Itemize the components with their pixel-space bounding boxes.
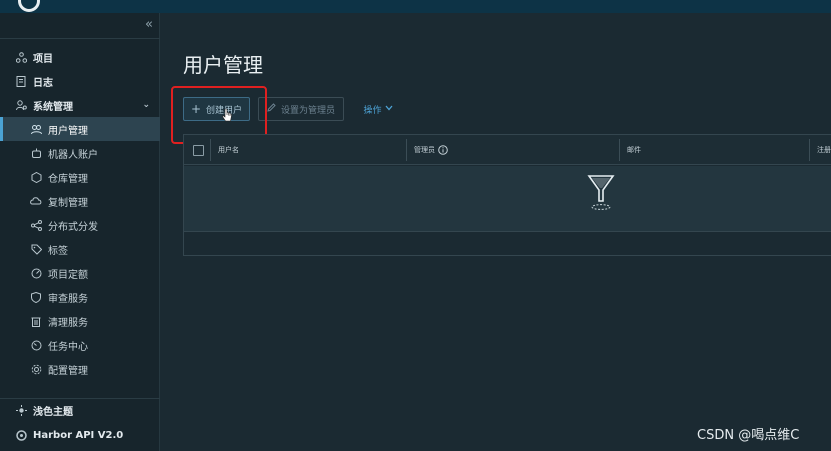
sidebar-item-distributions[interactable]: 分布式分发: [0, 213, 160, 237]
pencil-icon: [267, 103, 276, 115]
set-as-admin-label: 设置为管理员: [280, 105, 335, 116]
sidebar-item-label: 分布式分发: [48, 221, 98, 233]
sidebar-item-system-admin[interactable]: 系统管理 ⌄: [0, 93, 160, 117]
project-icon: [15, 51, 27, 63]
sun-icon: [15, 404, 27, 416]
column-header-registration[interactable]: 注册: [809, 135, 831, 165]
registry-icon: [30, 171, 42, 183]
log-icon: [15, 75, 27, 87]
mouse-pointer-icon: [222, 108, 232, 122]
empty-table-placeholder: [184, 166, 831, 231]
sidebar-item-label: 仓库管理: [48, 173, 88, 185]
column-header-email[interactable]: 邮件: [619, 135, 641, 165]
shield-icon: [30, 291, 42, 303]
top-header-bar: [0, 0, 831, 13]
users-table: 用户名 管理员 邮件 注册: [183, 134, 831, 256]
sidebar: « 项目 日志 系统管理 ⌄ 用户管理 机器人账户 仓库管理 复制管理 分布式分…: [0, 13, 160, 451]
plus-icon: +: [190, 102, 202, 116]
gear-icon: [30, 363, 42, 375]
chevron-down-icon: ⌄: [142, 100, 150, 110]
sidebar-item-label: 项目: [33, 53, 53, 65]
sidebar-item-project-quotas[interactable]: 项目定额: [0, 261, 160, 285]
sidebar-item-label: 系统管理: [33, 101, 73, 113]
page-title: 用户管理: [183, 53, 263, 77]
info-icon[interactable]: [438, 145, 448, 155]
sidebar-item-configuration[interactable]: 配置管理: [0, 357, 160, 381]
sidebar-item-label: 日志: [33, 77, 53, 89]
trash-icon: [30, 315, 42, 327]
sidebar-item-logs[interactable]: 日志: [0, 69, 160, 93]
light-theme-toggle[interactable]: 浅色主题: [0, 398, 160, 422]
distribution-icon: [30, 219, 42, 231]
sidebar-item-label: 复制管理: [48, 197, 88, 209]
sidebar-item-label: 配置管理: [48, 365, 88, 377]
actions-dropdown[interactable]: 操作: [358, 97, 398, 121]
sidebar-divider: [0, 38, 160, 39]
collapse-sidebar-icon[interactable]: «: [145, 17, 153, 32]
sidebar-item-clean-up[interactable]: 清理服务: [0, 309, 160, 333]
sidebar-item-interrogation-services[interactable]: 审查服务: [0, 285, 160, 309]
sidebar-item-label: 浅色主题: [33, 406, 73, 418]
table-footer-divider: [184, 231, 831, 232]
column-header-username[interactable]: 用户名: [210, 135, 239, 165]
sidebar-item-label: 审查服务: [48, 293, 88, 305]
sidebar-item-label: 清理服务: [48, 317, 88, 329]
harbor-logo-icon[interactable]: [18, 0, 40, 12]
tag-icon: [30, 243, 42, 255]
column-header-admin-label: 管理员: [414, 146, 435, 154]
sidebar-item-replications[interactable]: 复制管理: [0, 189, 160, 213]
sidebar-item-job-service[interactable]: 任务中心: [0, 333, 160, 357]
column-header-admin[interactable]: 管理员: [406, 135, 448, 165]
robot-icon: [30, 147, 42, 159]
api-icon: [15, 429, 27, 441]
sidebar-item-label: 机器人账户: [48, 149, 98, 161]
sidebar-item-label: Harbor API V2.0: [33, 429, 124, 441]
replication-icon: [30, 195, 42, 207]
actions-label: 操作: [363, 105, 382, 116]
select-all-checkbox[interactable]: [193, 145, 204, 156]
sidebar-item-users[interactable]: 用户管理: [0, 117, 160, 141]
sidebar-item-registries[interactable]: 仓库管理: [0, 165, 160, 189]
sidebar-item-label: 任务中心: [48, 341, 88, 353]
system-admin-icon: [15, 99, 27, 111]
sidebar-item-projects[interactable]: 项目: [0, 45, 160, 69]
create-user-button[interactable]: + 创建用户: [183, 97, 250, 121]
quota-icon: [30, 267, 42, 279]
sidebar-item-label: 标签: [48, 245, 68, 257]
users-icon: [30, 123, 42, 135]
sidebar-item-labels[interactable]: 标签: [0, 237, 160, 261]
table-header: 用户名 管理员 邮件 注册: [184, 135, 831, 165]
set-as-admin-button[interactable]: 设置为管理员: [258, 97, 344, 121]
sidebar-item-robot-accounts[interactable]: 机器人账户: [0, 141, 160, 165]
harbor-api-link[interactable]: Harbor API V2.0: [0, 423, 160, 447]
sidebar-item-label: 项目定额: [48, 269, 88, 281]
sidebar-item-label: 用户管理: [48, 125, 88, 137]
watermark-text: CSDN @喝点维C: [697, 428, 800, 443]
chevron-down-icon: [385, 104, 393, 114]
empty-filter-icon: [587, 175, 615, 210]
gauge-icon: [30, 339, 42, 351]
